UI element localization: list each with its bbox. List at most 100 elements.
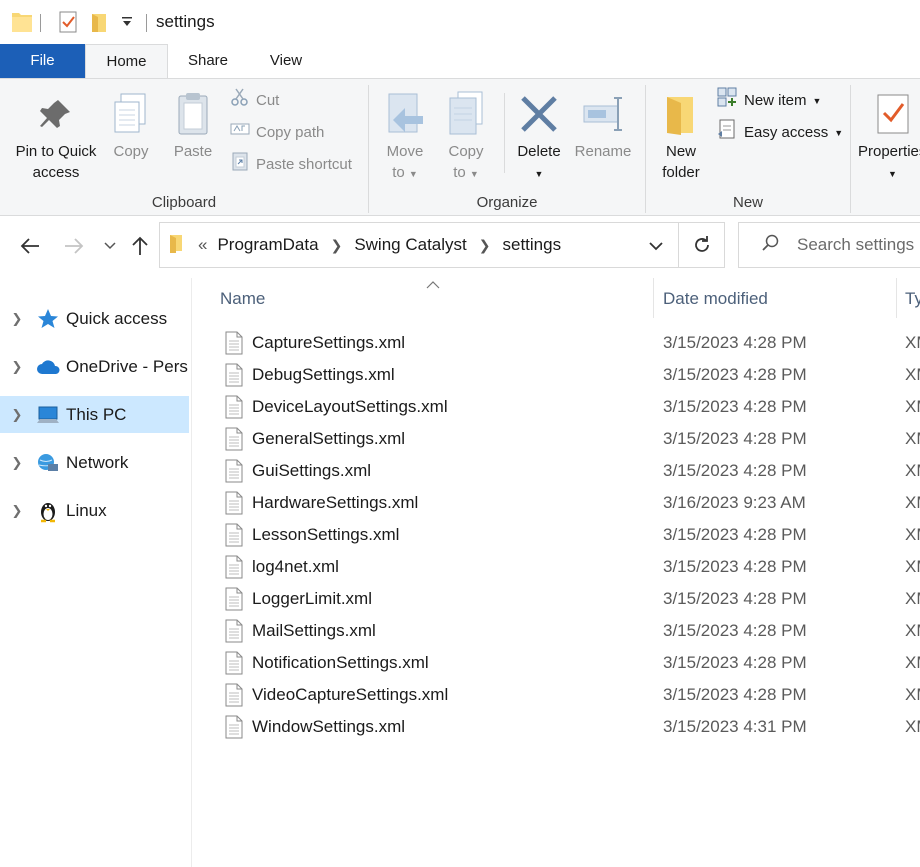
xml-file-icon: [224, 619, 244, 648]
file-row[interactable]: HardwareSettings.xml 3/16/2023 9:23 AM X…: [216, 487, 920, 519]
new-folder-qat-icon[interactable]: [90, 10, 108, 36]
pin-to-quick-access-button[interactable]: Pin to Quick access: [8, 87, 104, 183]
sidebar-item-linux[interactable]: ❯ Linux: [0, 492, 189, 529]
rename-button[interactable]: Rename: [572, 87, 634, 162]
pin-icon: [8, 87, 104, 141]
properties-qat-icon[interactable]: [58, 10, 78, 36]
cloud-icon: [34, 355, 62, 379]
folder-icon: [168, 233, 184, 258]
file-row[interactable]: DebugSettings.xml 3/15/2023 4:28 PM XML: [216, 359, 920, 391]
tab-view[interactable]: View: [252, 44, 320, 78]
move-to-button[interactable]: Move to ▼: [378, 87, 432, 185]
title-bar: settings: [0, 0, 920, 44]
file-row[interactable]: LessonSettings.xml 3/15/2023 4:28 PM XML: [216, 519, 920, 551]
new-item-button[interactable]: New item ▼: [716, 87, 822, 113]
file-row[interactable]: WindowSettings.xml 3/15/2023 4:31 PM XML: [216, 711, 920, 743]
xml-file-icon: [224, 555, 244, 584]
copy-icon: [106, 87, 156, 141]
back-button[interactable]: [18, 234, 42, 258]
address-bar[interactable]: « ProgramData ❯ Swing Catalyst ❯ setting…: [159, 222, 679, 268]
xml-file-icon: [224, 395, 244, 424]
refresh-button[interactable]: [679, 222, 725, 268]
arrow-left-icon: [20, 238, 39, 254]
chevron-right-icon[interactable]: ❯: [0, 455, 34, 471]
file-date-modified: 3/15/2023 4:28 PM: [663, 685, 807, 704]
sidebar-item-onedrive[interactable]: ❯ OneDrive - Pers: [0, 348, 189, 385]
file-name: log4net.xml: [252, 557, 339, 576]
file-date-modified: 3/15/2023 4:28 PM: [663, 461, 807, 480]
refresh-icon: [694, 236, 709, 252]
file-row[interactable]: VideoCaptureSettings.xml 3/15/2023 4:28 …: [216, 679, 920, 711]
file-date-modified: 3/15/2023 4:28 PM: [663, 525, 807, 544]
paste-shortcut-button[interactable]: Paste shortcut: [230, 152, 352, 177]
customize-qat-icon[interactable]: [120, 14, 134, 40]
file-row[interactable]: MailSettings.xml 3/15/2023 4:28 PM XML: [216, 615, 920, 647]
file-type: XML: [905, 461, 920, 480]
chevron-right-icon[interactable]: ❯: [0, 359, 34, 375]
up-button[interactable]: [128, 234, 152, 258]
address-dropdown-chevron-icon[interactable]: [648, 237, 664, 257]
chevron-right-icon[interactable]: ❯: [0, 407, 34, 423]
file-date-modified: 3/16/2023 9:23 AM: [663, 493, 806, 512]
new-folder-icon: [652, 87, 710, 141]
file-row[interactable]: DeviceLayoutSettings.xml 3/15/2023 4:28 …: [216, 391, 920, 423]
copy-path-button[interactable]: Copy path: [230, 121, 324, 145]
window-title: settings: [156, 12, 215, 31]
tab-share[interactable]: Share: [172, 44, 244, 78]
breadcrumb-settings[interactable]: settings: [502, 235, 561, 255]
star-icon: [34, 307, 62, 331]
file-type: XML: [905, 365, 920, 384]
computer-icon: [34, 403, 62, 427]
sidebar-item-quick-access[interactable]: ❯ Quick access: [0, 300, 189, 337]
file-date-modified: 3/15/2023 4:28 PM: [663, 397, 807, 416]
column-header-date-modified[interactable]: Date modified: [663, 278, 893, 320]
column-header-type[interactable]: Ty: [905, 278, 920, 320]
file-row[interactable]: log4net.xml 3/15/2023 4:28 PM XML: [216, 551, 920, 583]
file-name: DebugSettings.xml: [252, 365, 395, 384]
copy-to-button[interactable]: Copy to ▼: [440, 87, 492, 185]
xml-file-icon: [224, 363, 244, 392]
new-folder-button[interactable]: New folder: [652, 87, 710, 183]
sidebar-item-this-pc[interactable]: ❯ This PC: [0, 396, 189, 433]
file-row[interactable]: NotificationSettings.xml 3/15/2023 4:28 …: [216, 647, 920, 679]
copy-button[interactable]: Copy: [106, 87, 156, 162]
file-row[interactable]: CaptureSettings.xml 3/15/2023 4:28 PM XM…: [216, 327, 920, 359]
file-type: XML: [905, 653, 920, 672]
xml-file-icon: [224, 491, 244, 520]
xml-file-icon: [224, 459, 244, 488]
chevron-right-icon[interactable]: ❯: [331, 237, 343, 254]
network-icon: [34, 451, 62, 475]
file-type: XML: [905, 397, 920, 416]
file-row[interactable]: GuiSettings.xml 3/15/2023 4:28 PM XML: [216, 455, 920, 487]
column-divider[interactable]: [653, 278, 654, 318]
tab-home[interactable]: Home: [85, 44, 168, 79]
breadcrumb-swing-catalyst[interactable]: Swing Catalyst: [354, 235, 466, 255]
navigation-pane: ❯ Quick access ❯ OneDrive - Pers ❯ This …: [0, 278, 192, 867]
tab-file[interactable]: File: [0, 44, 85, 78]
breadcrumb-programdata[interactable]: ProgramData: [217, 235, 318, 255]
chevron-right-icon[interactable]: ❯: [0, 311, 34, 327]
easy-access-button[interactable]: Easy access ▼: [716, 118, 843, 148]
sidebar-item-network[interactable]: ❯ Network: [0, 444, 189, 481]
paste-button[interactable]: Paste: [166, 87, 220, 162]
cut-button[interactable]: Cut: [230, 88, 279, 113]
ribbon: Pin to Quick access Copy Paste Cut Copy …: [0, 78, 920, 216]
overflow-chevrons[interactable]: «: [198, 235, 207, 255]
file-type: XML: [905, 525, 920, 544]
search-input[interactable]: Search settings: [738, 222, 920, 268]
column-divider[interactable]: [896, 278, 897, 318]
chevron-right-icon[interactable]: ❯: [479, 237, 491, 254]
file-date-modified: 3/15/2023 4:28 PM: [663, 333, 807, 352]
properties-button[interactable]: Properties ▼: [856, 87, 920, 185]
column-header-name[interactable]: Name: [220, 278, 650, 320]
file-type: XML: [905, 589, 920, 608]
file-row[interactable]: LoggerLimit.xml 3/15/2023 4:28 PM XML: [216, 583, 920, 615]
delete-button[interactable]: Delete ▼: [512, 87, 566, 185]
chevron-right-icon[interactable]: ❯: [0, 503, 34, 519]
file-row[interactable]: GeneralSettings.xml 3/15/2023 4:28 PM XM…: [216, 423, 920, 455]
chevron-down-icon: ▼: [812, 96, 822, 106]
forward-button[interactable]: [62, 234, 86, 258]
recent-locations-button[interactable]: [98, 234, 122, 258]
easy-access-icon: [716, 118, 738, 148]
file-date-modified: 3/15/2023 4:28 PM: [663, 429, 807, 448]
